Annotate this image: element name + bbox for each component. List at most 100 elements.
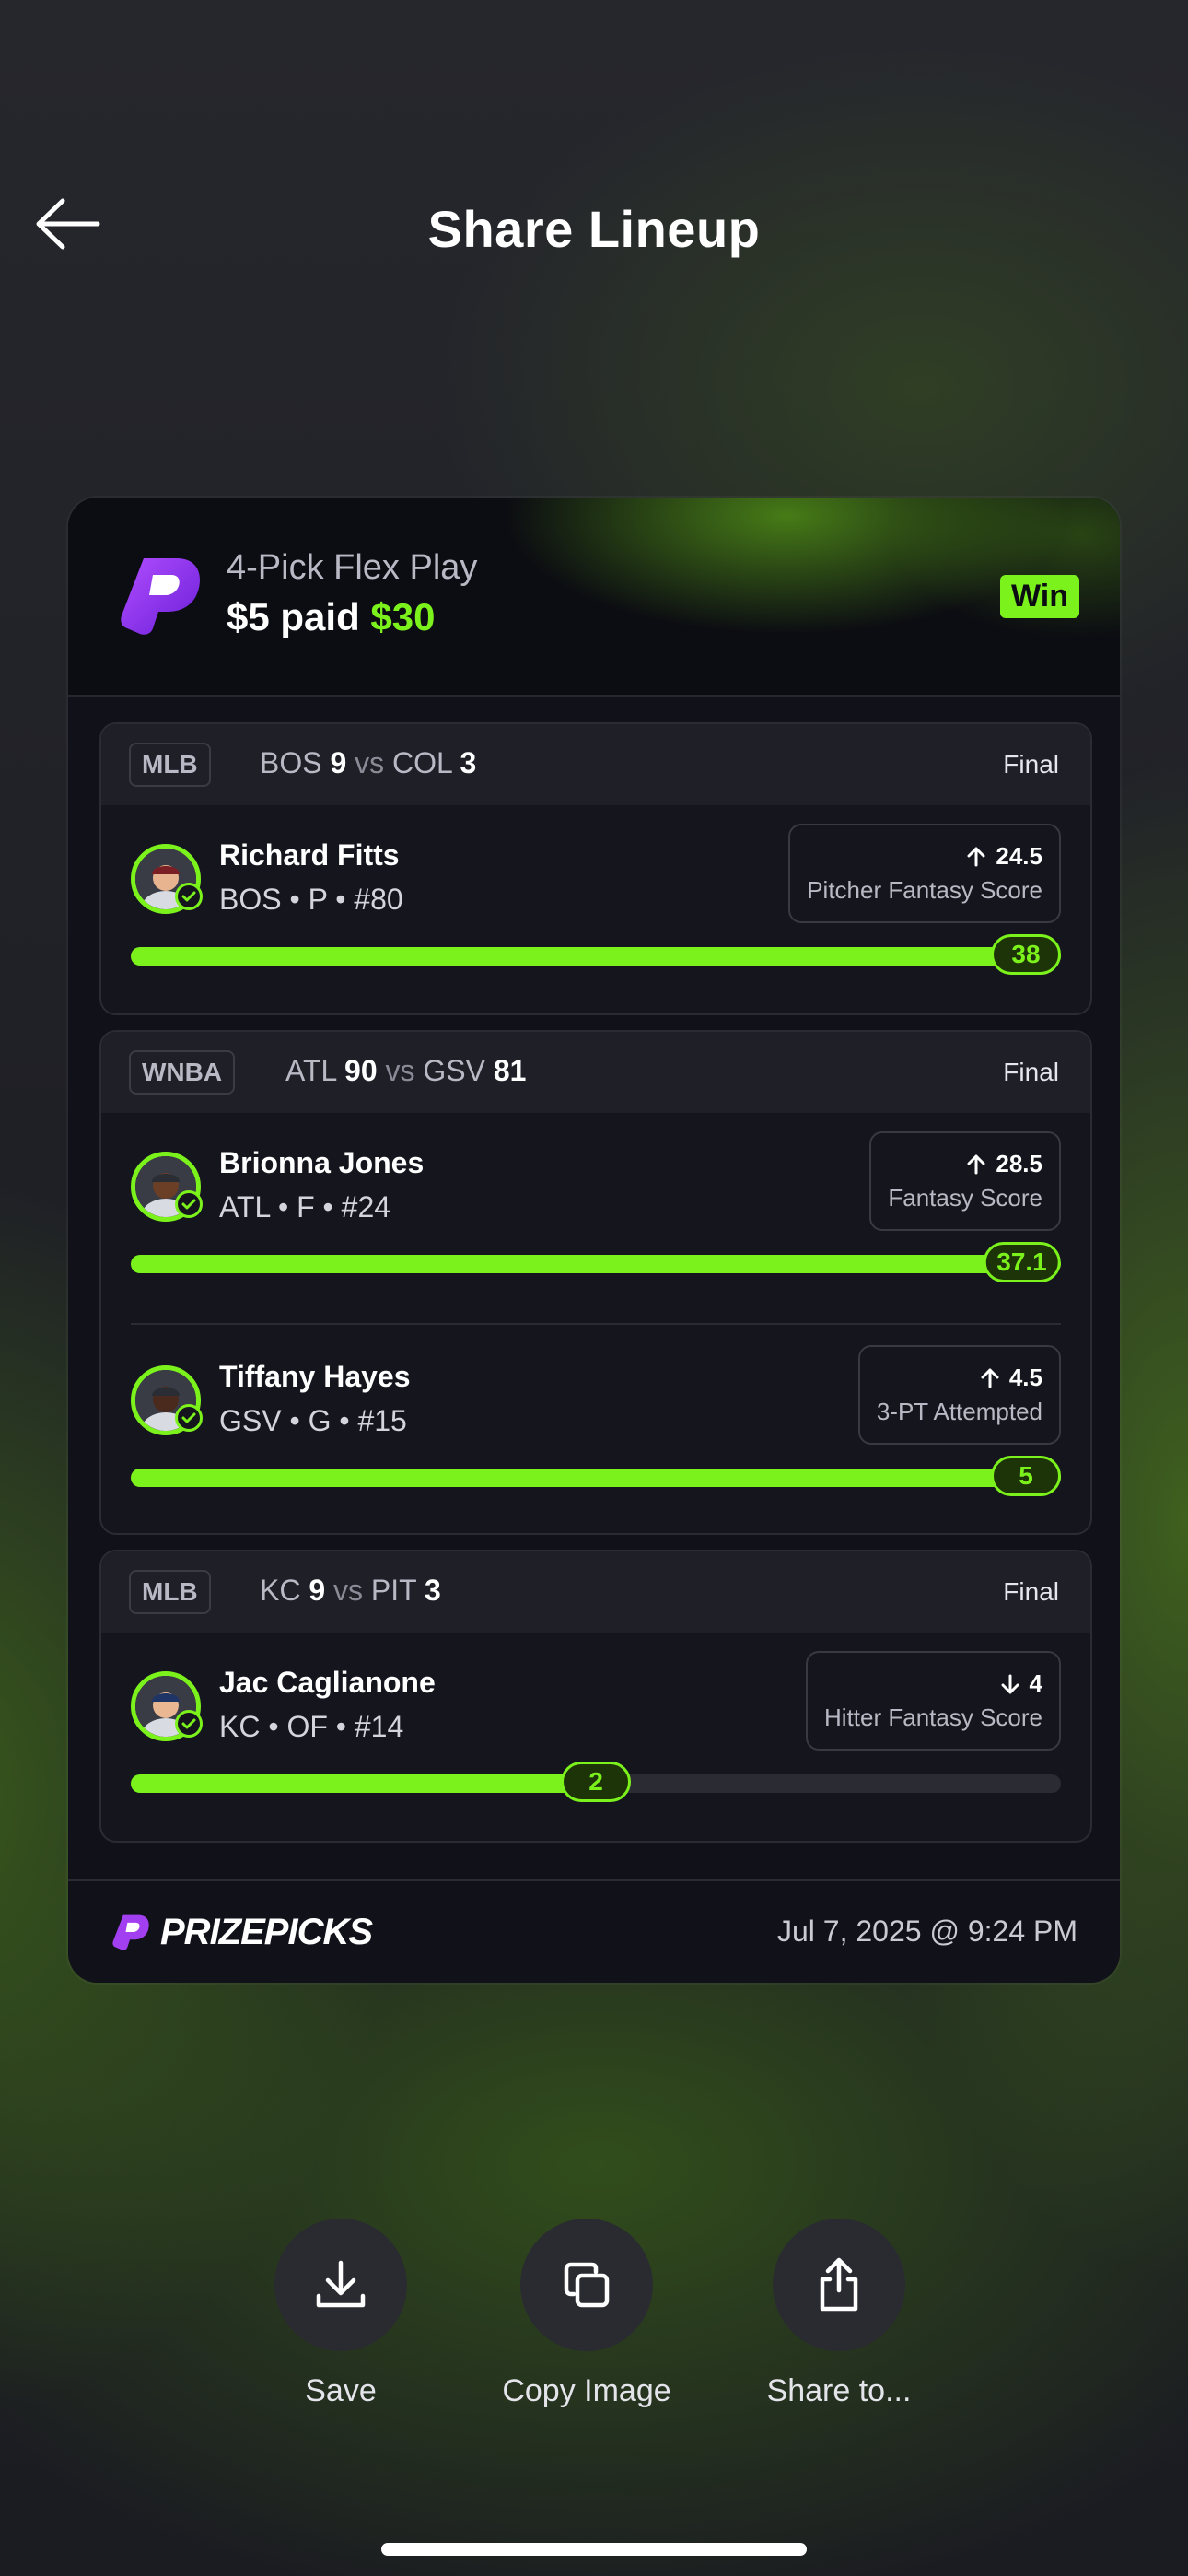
player-name: Richard Fitts: [219, 838, 400, 872]
matchup: BOS 9 vs COL 3: [260, 746, 476, 780]
player-name: Jac Caglianone: [219, 1666, 436, 1699]
result-badge: Win: [999, 575, 1079, 618]
projection-box: 24.5 Pitcher Fantasy Score: [788, 824, 1061, 923]
pick-row[interactable]: Richard Fitts BOS • P • #80 24.5 Pitcher…: [101, 805, 1090, 989]
share-circle[interactable]: [773, 2219, 905, 2351]
copy-label: Copy Image: [502, 2373, 671, 2408]
projection-line: 24.5: [966, 842, 1042, 871]
save-button[interactable]: Save: [221, 2219, 460, 2409]
projection-line: 28.5: [966, 1150, 1042, 1178]
progress-fill: [131, 947, 1061, 966]
card-footer: PRIZEPICKS Jul 7, 2025 @ 9:24 PM: [68, 1879, 1120, 1983]
game-section: WNBA ATL 90 vs GSV 81 Final Brionna Jone…: [99, 1030, 1092, 1535]
projection-line: 4.5: [980, 1364, 1042, 1392]
team-2-score: 3: [460, 746, 477, 779]
save-circle[interactable]: [274, 2219, 407, 2351]
brand-wordmark: PRIZEPICKS: [160, 1911, 373, 1952]
play-type: 4-Pick Flex Play: [227, 548, 478, 587]
check-icon: [175, 883, 203, 910]
save-label: Save: [305, 2373, 377, 2408]
player-name: Brionna Jones: [219, 1146, 425, 1179]
arrow-up-icon: [967, 847, 985, 866]
team-2: COL: [392, 746, 452, 779]
copy-image-button[interactable]: Copy Image: [467, 2219, 706, 2409]
matchup: KC 9 vs PIT 3: [260, 1574, 441, 1608]
page-title: Share Lineup: [427, 200, 761, 258]
check-icon: [175, 1404, 203, 1432]
arrow-up-icon: [981, 1368, 999, 1388]
share-icon: [820, 2257, 858, 2312]
top-bar: Share Lineup: [0, 175, 1188, 276]
projection-box: 4 Hitter Fantasy Score: [806, 1651, 1061, 1751]
line-value: 28.5: [996, 1150, 1042, 1177]
arrow-up-icon: [967, 1154, 985, 1174]
projection-line: 4: [1000, 1669, 1042, 1698]
team-1: KC: [260, 1574, 301, 1607]
progress-fill: [131, 1774, 596, 1793]
download-icon: [316, 2260, 366, 2308]
team-2-score: 3: [425, 1574, 441, 1607]
timestamp: Jul 7, 2025 @ 9:24 PM: [777, 1914, 1077, 1948]
progress-track: 38: [131, 934, 1061, 975]
player-info: GSV • G • #15: [219, 1404, 407, 1437]
card-header: 4-Pick Flex Play $5 paid $30 Win: [68, 498, 1120, 697]
result-pill: 38: [991, 934, 1061, 975]
pick-row[interactable]: Brionna Jones ATL • F • #24 28.5 Fantasy…: [101, 1113, 1090, 1297]
game-status: Final: [1003, 1058, 1059, 1086]
progress-track: 37.1: [131, 1242, 1061, 1282]
progress-fill: [131, 1469, 1061, 1487]
copy-icon: [564, 2262, 610, 2308]
pick-divider: [131, 1323, 1061, 1325]
game-section: MLB BOS 9 vs COL 3 Final Richard Fitts B…: [99, 722, 1092, 1015]
player-info: BOS • P • #80: [219, 883, 403, 916]
stat-type: 3-PT Attempted: [876, 1398, 1042, 1425]
footer-brand: PRIZEPICKS: [111, 1909, 373, 1955]
payout: $5 paid $30: [227, 595, 435, 639]
game-status: Final: [1003, 750, 1059, 779]
team-1: ATL: [285, 1054, 337, 1087]
payout-amount: $30: [370, 595, 436, 638]
stat-type: Fantasy Score: [888, 1184, 1042, 1212]
payout-entry: $5 paid: [227, 595, 360, 638]
pick-row[interactable]: Jac Caglianone KC • OF • #14 4 Hitter Fa…: [101, 1633, 1090, 1817]
result-pill: 5: [991, 1456, 1061, 1496]
stat-type: Hitter Fantasy Score: [824, 1704, 1042, 1731]
game-header: WNBA ATL 90 vs GSV 81 Final: [101, 1032, 1090, 1113]
share-button[interactable]: Share to...: [719, 2219, 959, 2409]
pick-row[interactable]: Tiffany Hayes GSV • G • #15 4.5 3-PT Att…: [101, 1327, 1090, 1511]
projection-box: 4.5 3-PT Attempted: [857, 1345, 1061, 1445]
share-label: Share to...: [766, 2373, 912, 2408]
team-2: GSV: [423, 1054, 485, 1087]
vs-label: vs: [355, 746, 385, 779]
progress-fill: [131, 1255, 1061, 1273]
line-value: 24.5: [996, 842, 1042, 870]
progress-track: 2: [131, 1762, 1061, 1802]
league-chip: WNBA: [129, 1050, 236, 1095]
team-2: PIT: [370, 1574, 417, 1607]
player-info: ATL • F • #24: [219, 1190, 391, 1224]
team-1-score: 9: [309, 1574, 326, 1607]
game-header: MLB BOS 9 vs COL 3 Final: [101, 724, 1090, 805]
vs-label: vs: [385, 1054, 415, 1087]
line-value: 4: [1029, 1669, 1042, 1697]
vs-label: vs: [333, 1574, 364, 1607]
copy-circle[interactable]: [520, 2219, 653, 2351]
league-chip: MLB: [129, 743, 211, 787]
player-name: Tiffany Hayes: [219, 1360, 411, 1393]
player-info: KC • OF • #14: [219, 1710, 404, 1743]
projection-box: 28.5 Fantasy Score: [869, 1131, 1061, 1231]
check-icon: [175, 1190, 203, 1218]
result-pill: 2: [561, 1762, 631, 1802]
prizepicks-logo-icon: [121, 558, 200, 635]
team-1: BOS: [260, 746, 322, 779]
prizepicks-logo-icon: [112, 1914, 149, 1950]
team-1-score: 9: [330, 746, 347, 779]
team-1-score: 90: [344, 1054, 378, 1087]
game-status: Final: [1003, 1577, 1059, 1606]
matchup: ATL 90 vs GSV 81: [285, 1054, 526, 1088]
game-section: MLB KC 9 vs PIT 3 Final Jac Caglianone K…: [99, 1550, 1092, 1843]
stat-type: Pitcher Fantasy Score: [807, 876, 1042, 904]
check-icon: [175, 1710, 203, 1738]
home-indicator[interactable]: [381, 2543, 807, 2556]
team-2-score: 81: [493, 1054, 527, 1087]
